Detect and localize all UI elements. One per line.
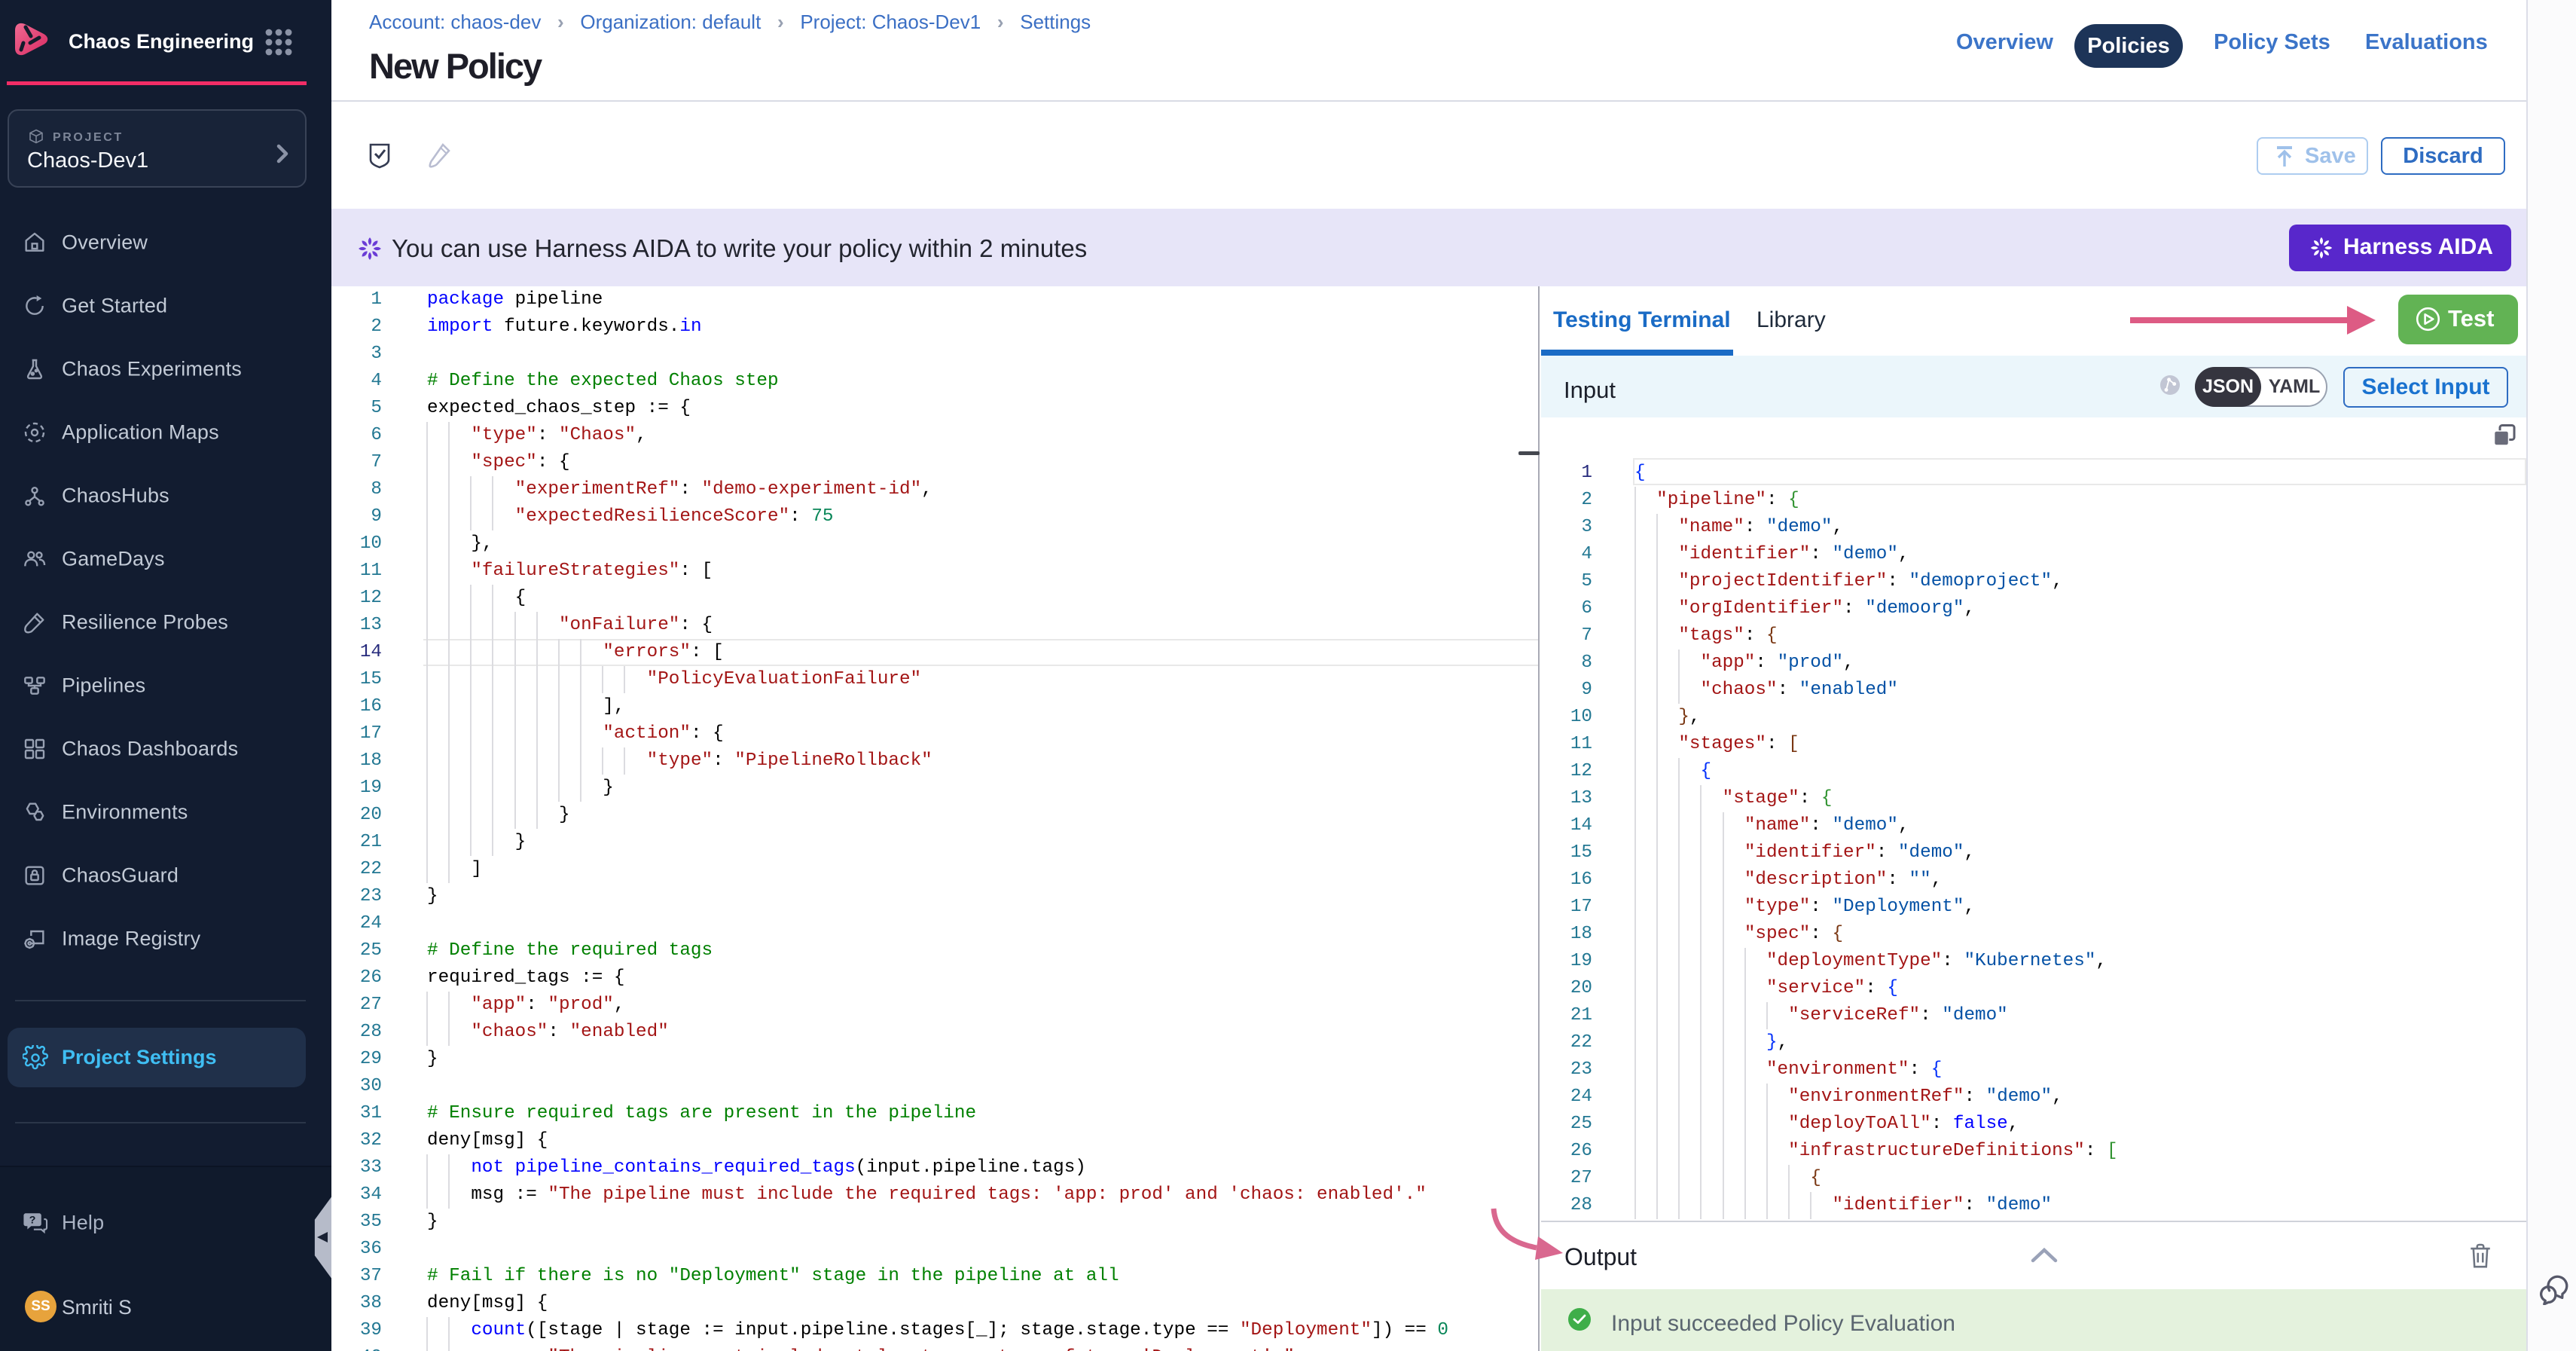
svg-text:?: ? <box>29 1214 36 1226</box>
